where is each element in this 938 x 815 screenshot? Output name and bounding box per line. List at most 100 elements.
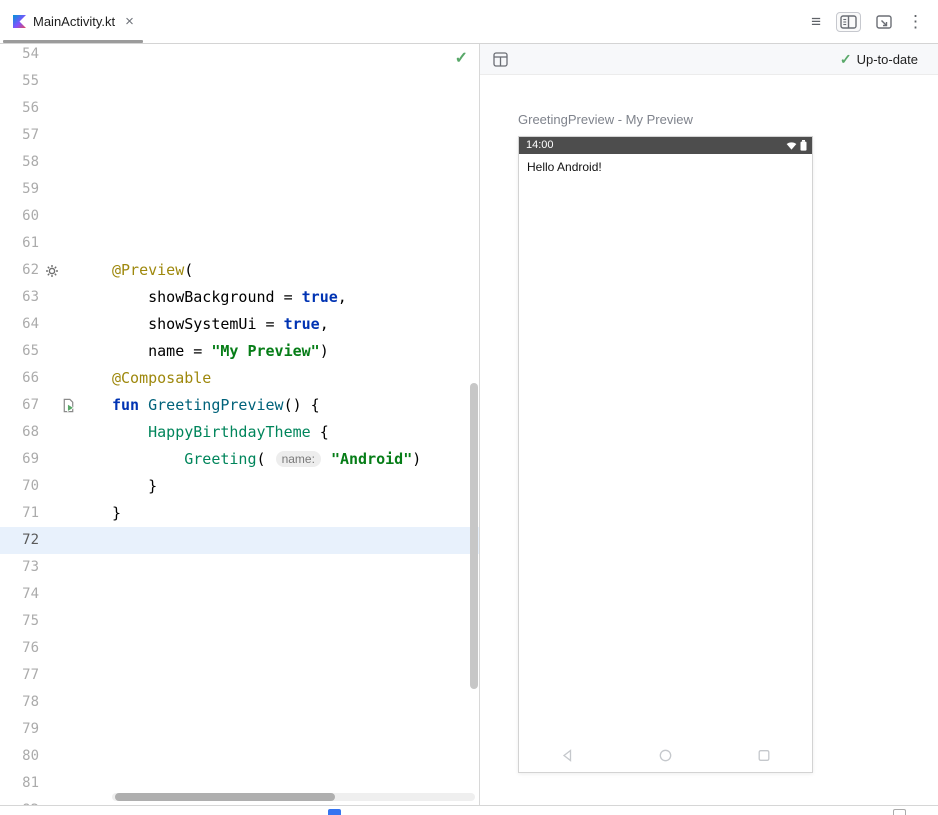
editor-line-64[interactable]: 64 showSystemUi = true, <box>0 311 479 338</box>
editor-line-79[interactable]: 79 <box>0 716 479 743</box>
device-status-icons <box>786 140 807 151</box>
device-nav-bar <box>519 749 812 762</box>
editor-line-55[interactable]: 55 <box>0 68 479 95</box>
uptodate-check-icon: ✓ <box>840 51 852 68</box>
file-structure-icon[interactable]: ≡ <box>811 13 821 30</box>
editor-line-63[interactable]: 63 showBackground = true, <box>0 284 479 311</box>
code-text <box>78 743 112 770</box>
code-text: fun GreetingPreview() { <box>78 392 320 419</box>
editor-line-80[interactable]: 80 <box>0 743 479 770</box>
split-view-icon[interactable] <box>836 12 861 32</box>
gutter-spacer <box>39 365 78 392</box>
horizontal-scrollbar-thumb[interactable] <box>115 793 335 801</box>
editor-line-58[interactable]: 58 <box>0 149 479 176</box>
gutter-spacer <box>39 500 78 527</box>
line-number: 62 <box>0 257 39 284</box>
editor-line-65[interactable]: 65 name = "My Preview") <box>0 338 479 365</box>
toolwindow-icon <box>893 809 906 815</box>
preview-title[interactable]: GreetingPreview - My Preview <box>518 112 938 127</box>
code-text <box>78 662 112 689</box>
gear-glyph <box>45 264 59 278</box>
code-token-plain: } <box>112 504 121 522</box>
editor-line-74[interactable]: 74 <box>0 581 479 608</box>
gutter-spacer <box>39 797 78 805</box>
build-status: ✓ Up-to-date <box>840 51 918 68</box>
line-number: 76 <box>0 635 39 662</box>
editor-line-67[interactable]: 67fun GreetingPreview() { <box>0 392 479 419</box>
device-clock: 14:00 <box>526 140 554 151</box>
code-token-keyword: fun <box>112 396 139 414</box>
editor-line-70[interactable]: 70 } <box>0 473 479 500</box>
editor-line-57[interactable]: 57 <box>0 122 479 149</box>
editor-line-73[interactable]: 73 <box>0 554 479 581</box>
line-number: 56 <box>0 95 39 122</box>
editor-line-71[interactable]: 71} <box>0 500 479 527</box>
code-text <box>78 95 112 122</box>
code-text <box>78 230 112 257</box>
code-token-plain: ( <box>184 261 193 279</box>
line-number: 63 <box>0 284 39 311</box>
editor-line-66[interactable]: 66@Composable <box>0 365 479 392</box>
code-token-annotation: @Composable <box>112 369 211 387</box>
editor-line-60[interactable]: 60 <box>0 203 479 230</box>
preview-settings-gear-icon[interactable] <box>39 257 78 284</box>
greeting-text: Hello Android! <box>527 160 602 174</box>
line-number: 57 <box>0 122 39 149</box>
editor-line-54[interactable]: 54 <box>0 44 479 68</box>
editor-line-76[interactable]: 76 <box>0 635 479 662</box>
design-view-icon[interactable] <box>876 15 892 29</box>
gutter-spacer <box>39 473 78 500</box>
code-text <box>78 770 112 797</box>
code-text: } <box>78 500 121 527</box>
more-options-icon[interactable]: ⋮ <box>907 13 924 30</box>
code-text: } <box>78 473 157 500</box>
editor-line-56[interactable]: 56 <box>0 95 479 122</box>
gutter-spacer <box>39 608 78 635</box>
run-glyph <box>61 398 76 413</box>
editor-line-72[interactable]: 72 <box>0 527 479 554</box>
editor-line-75[interactable]: 75 <box>0 608 479 635</box>
gutter-spacer <box>39 95 78 122</box>
code-text <box>78 689 112 716</box>
editor-line-62[interactable]: 62@Preview( <box>0 257 479 284</box>
parameter-hint-chip: name: <box>276 451 321 467</box>
gutter-spacer <box>39 284 78 311</box>
editor-line-61[interactable]: 61 <box>0 230 479 257</box>
preview-body: GreetingPreview - My Preview 14:00 <box>480 75 938 773</box>
gutter-spacer <box>39 419 78 446</box>
editor-line-59[interactable]: 59 <box>0 176 479 203</box>
line-number: 73 <box>0 554 39 581</box>
code-token-composable: HappyBirthdayTheme <box>148 423 311 441</box>
vertical-scrollbar[interactable] <box>470 383 478 689</box>
preview-layout-icon[interactable] <box>493 52 508 67</box>
code-text: showSystemUi = true, <box>78 311 329 338</box>
gutter-spacer <box>39 554 78 581</box>
tab-mainactivity[interactable]: MainActivity.kt × <box>0 0 146 43</box>
compose-preview-panel: ✓ Up-to-date GreetingPreview - My Previe… <box>480 44 938 805</box>
gutter-spacer <box>39 743 78 770</box>
code-token-plain: , <box>338 288 347 306</box>
code-token-plain <box>112 450 184 468</box>
gutter-spacer <box>39 122 78 149</box>
gutter-spacer <box>39 149 78 176</box>
tab-bar-actions: ≡ ⋮ <box>811 0 938 43</box>
code-text <box>78 716 112 743</box>
device-preview[interactable]: 14:00 Hello Android! <box>518 136 813 773</box>
device-screen: Hello Android! <box>519 154 812 174</box>
code-editor[interactable]: 545556575859606162@Preview(63 showBackgr… <box>0 44 480 805</box>
code-token-plain: , <box>320 315 329 333</box>
horizontal-scrollbar[interactable] <box>112 793 475 801</box>
line-number: 77 <box>0 662 39 689</box>
code-text: HappyBirthdayTheme { <box>78 419 329 446</box>
tab-close-icon[interactable]: × <box>125 14 134 29</box>
line-number: 79 <box>0 716 39 743</box>
editor-line-78[interactable]: 78 <box>0 689 479 716</box>
editor-line-68[interactable]: 68 HappyBirthdayTheme { <box>0 419 479 446</box>
run-preview-icon[interactable] <box>39 392 78 419</box>
inspection-status-icon[interactable]: ✓ <box>455 48 468 68</box>
code-text <box>78 149 112 176</box>
design-view-glyph <box>876 15 892 29</box>
editor-line-77[interactable]: 77 <box>0 662 479 689</box>
gutter-spacer <box>39 176 78 203</box>
editor-line-69[interactable]: 69 Greeting( name: "Android") <box>0 446 479 473</box>
